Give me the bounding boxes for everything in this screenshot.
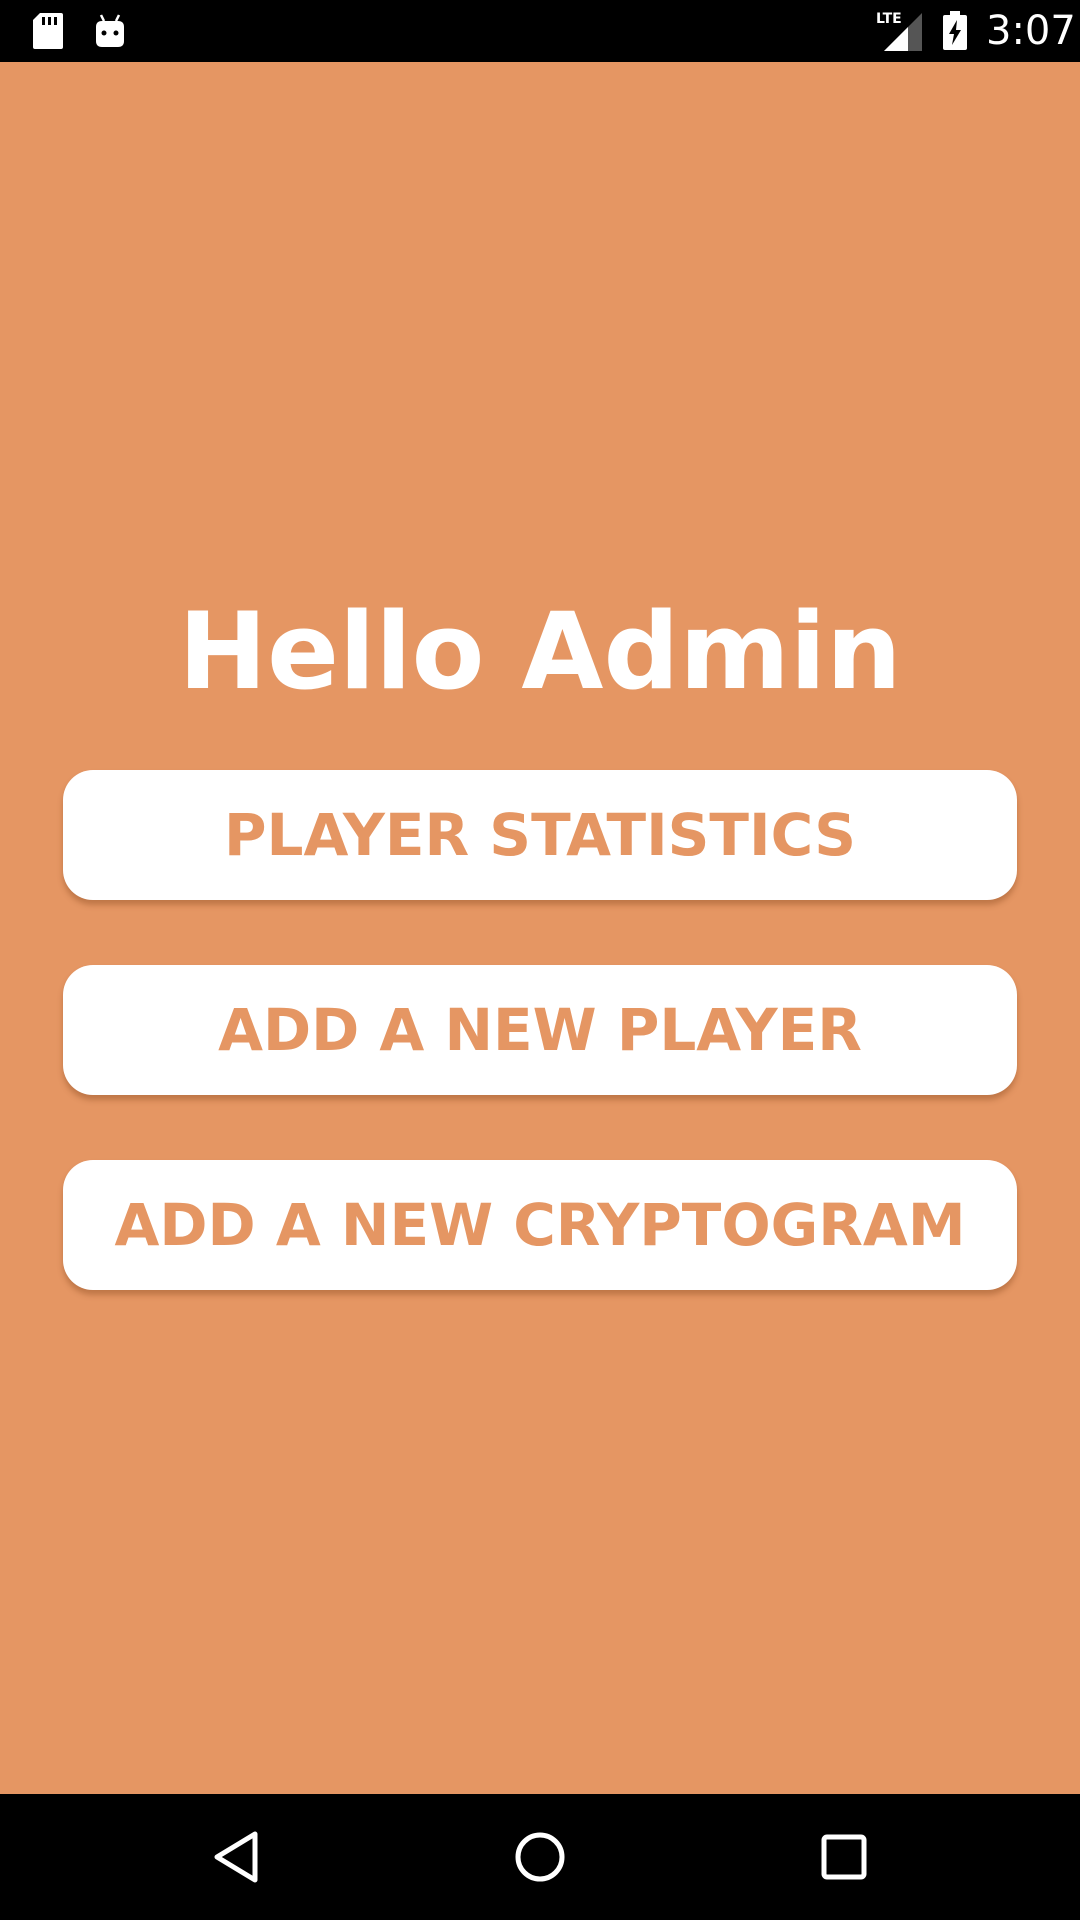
add-new-cryptogram-button[interactable]: ADD A NEW CRYPTOGRAM bbox=[63, 1160, 1017, 1290]
recents-icon[interactable] bbox=[774, 1794, 914, 1920]
sd-card-icon bbox=[30, 0, 66, 62]
main-content: Hello Admin PLAYER STATISTICS ADD A NEW … bbox=[0, 62, 1080, 1794]
clock-time: 3:07 bbox=[986, 8, 1076, 54]
lte-signal-icon: LTE bbox=[876, 0, 924, 62]
add-new-player-button[interactable]: ADD A NEW PLAYER bbox=[63, 965, 1017, 1095]
back-icon[interactable] bbox=[166, 1794, 306, 1920]
player-statistics-button[interactable]: PLAYER STATISTICS bbox=[63, 770, 1017, 900]
android-icon bbox=[92, 0, 128, 62]
status-bar: LTE 3:07 bbox=[0, 0, 1080, 62]
greeting-title: Hello Admin bbox=[178, 590, 902, 713]
battery-charging-icon bbox=[940, 0, 970, 62]
home-icon[interactable] bbox=[470, 1794, 610, 1920]
svg-text:LTE: LTE bbox=[876, 11, 902, 27]
navigation-bar bbox=[0, 1794, 1080, 1920]
